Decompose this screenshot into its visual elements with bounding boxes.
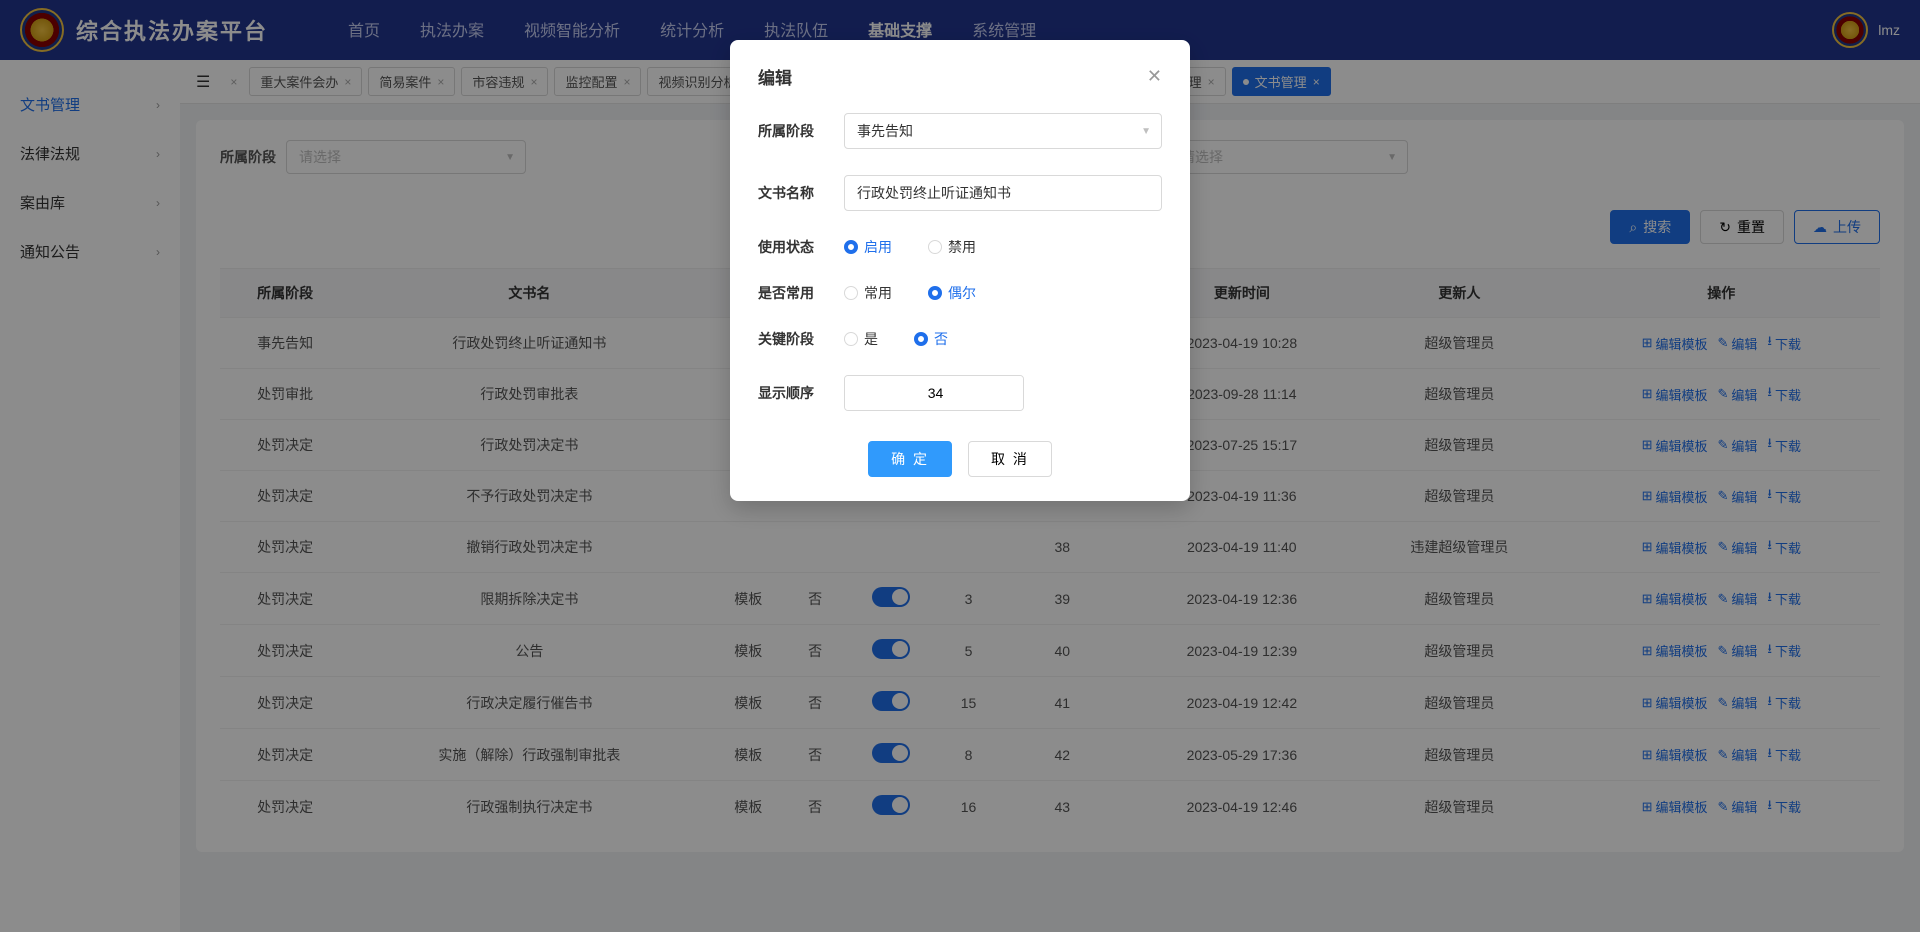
radio-common-1[interactable]: 偶尔 [928, 283, 976, 303]
modal-title: 编辑 [758, 64, 792, 89]
chevron-down-icon: ▼ [1141, 126, 1151, 137]
radio-key-0[interactable]: 是 [844, 329, 878, 349]
modal-overlay[interactable]: 编辑 ✕ 所属阶段 事先告知 ▼ 文书名称 行政处罚终止听证通知书 使用状态 启… [0, 0, 1920, 932]
radio-dot-icon [928, 240, 942, 254]
radio-status-1[interactable]: 禁用 [928, 237, 976, 257]
radio-dot-icon [914, 332, 928, 346]
edit-modal: 编辑 ✕ 所属阶段 事先告知 ▼ 文书名称 行政处罚终止听证通知书 使用状态 启… [730, 40, 1190, 501]
field-order-label: 显示顺序 [758, 383, 830, 403]
radio-dot-icon [844, 332, 858, 346]
confirm-button[interactable]: 确 定 [868, 441, 952, 477]
field-common-label: 是否常用 [758, 283, 830, 303]
radio-dot-icon [844, 286, 858, 300]
radio-key-1[interactable]: 否 [914, 329, 948, 349]
radio-common-0[interactable]: 常用 [844, 283, 892, 303]
field-key-label: 关键阶段 [758, 329, 830, 349]
field-order-input[interactable]: ▲ ▼ [844, 375, 1024, 411]
radio-status-0[interactable]: 启用 [844, 237, 892, 257]
close-icon[interactable]: ✕ [1147, 66, 1162, 87]
cancel-button[interactable]: 取 消 [968, 441, 1052, 477]
radio-dot-icon [928, 286, 942, 300]
field-name-input[interactable]: 行政处罚终止听证通知书 [844, 175, 1162, 211]
order-number-field[interactable] [845, 376, 1024, 410]
radio-dot-icon [844, 240, 858, 254]
field-name-label: 文书名称 [758, 183, 830, 203]
field-stage-select[interactable]: 事先告知 ▼ [844, 113, 1162, 149]
field-status-label: 使用状态 [758, 237, 830, 257]
field-stage-label: 所属阶段 [758, 121, 830, 141]
